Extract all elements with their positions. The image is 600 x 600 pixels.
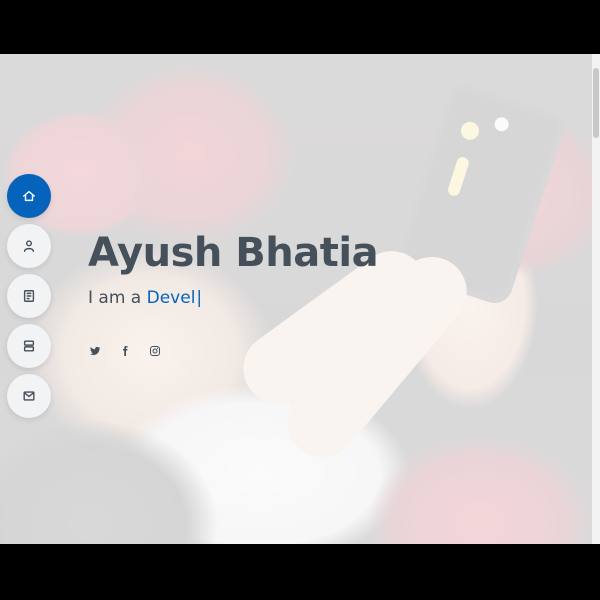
nav-contact-button[interactable] (7, 374, 51, 418)
social-links (88, 344, 162, 358)
instagram-icon (150, 346, 160, 356)
typing-cursor: | (196, 288, 203, 308)
file-icon (23, 290, 35, 302)
nav-about-button[interactable] (7, 224, 51, 268)
nav-portfolio-button[interactable] (7, 324, 51, 368)
envelope-icon (23, 391, 35, 401)
server-icon (23, 340, 35, 352)
scrollbar-thumb[interactable] (593, 68, 599, 138)
person-icon (23, 240, 35, 252)
facebook-link[interactable] (118, 344, 132, 358)
page-viewport: Ayush Bhatia I am a Devel| (0, 54, 600, 544)
side-navigation (7, 174, 51, 418)
hero-content: Ayush Bhatia I am a Devel| (88, 230, 379, 308)
typed-role-text: Devel (146, 288, 196, 308)
page-scrollbar[interactable] (592, 54, 600, 544)
facebook-icon (123, 346, 128, 356)
instagram-link[interactable] (148, 344, 162, 358)
home-icon (23, 190, 35, 202)
hero-name: Ayush Bhatia (88, 230, 379, 276)
tagline-prefix: I am a (88, 288, 147, 308)
nav-home-button[interactable] (7, 174, 51, 218)
nav-resume-button[interactable] (7, 274, 51, 318)
twitter-icon (90, 346, 101, 356)
twitter-link[interactable] (88, 344, 102, 358)
hero-tagline: I am a Devel| (88, 288, 378, 308)
